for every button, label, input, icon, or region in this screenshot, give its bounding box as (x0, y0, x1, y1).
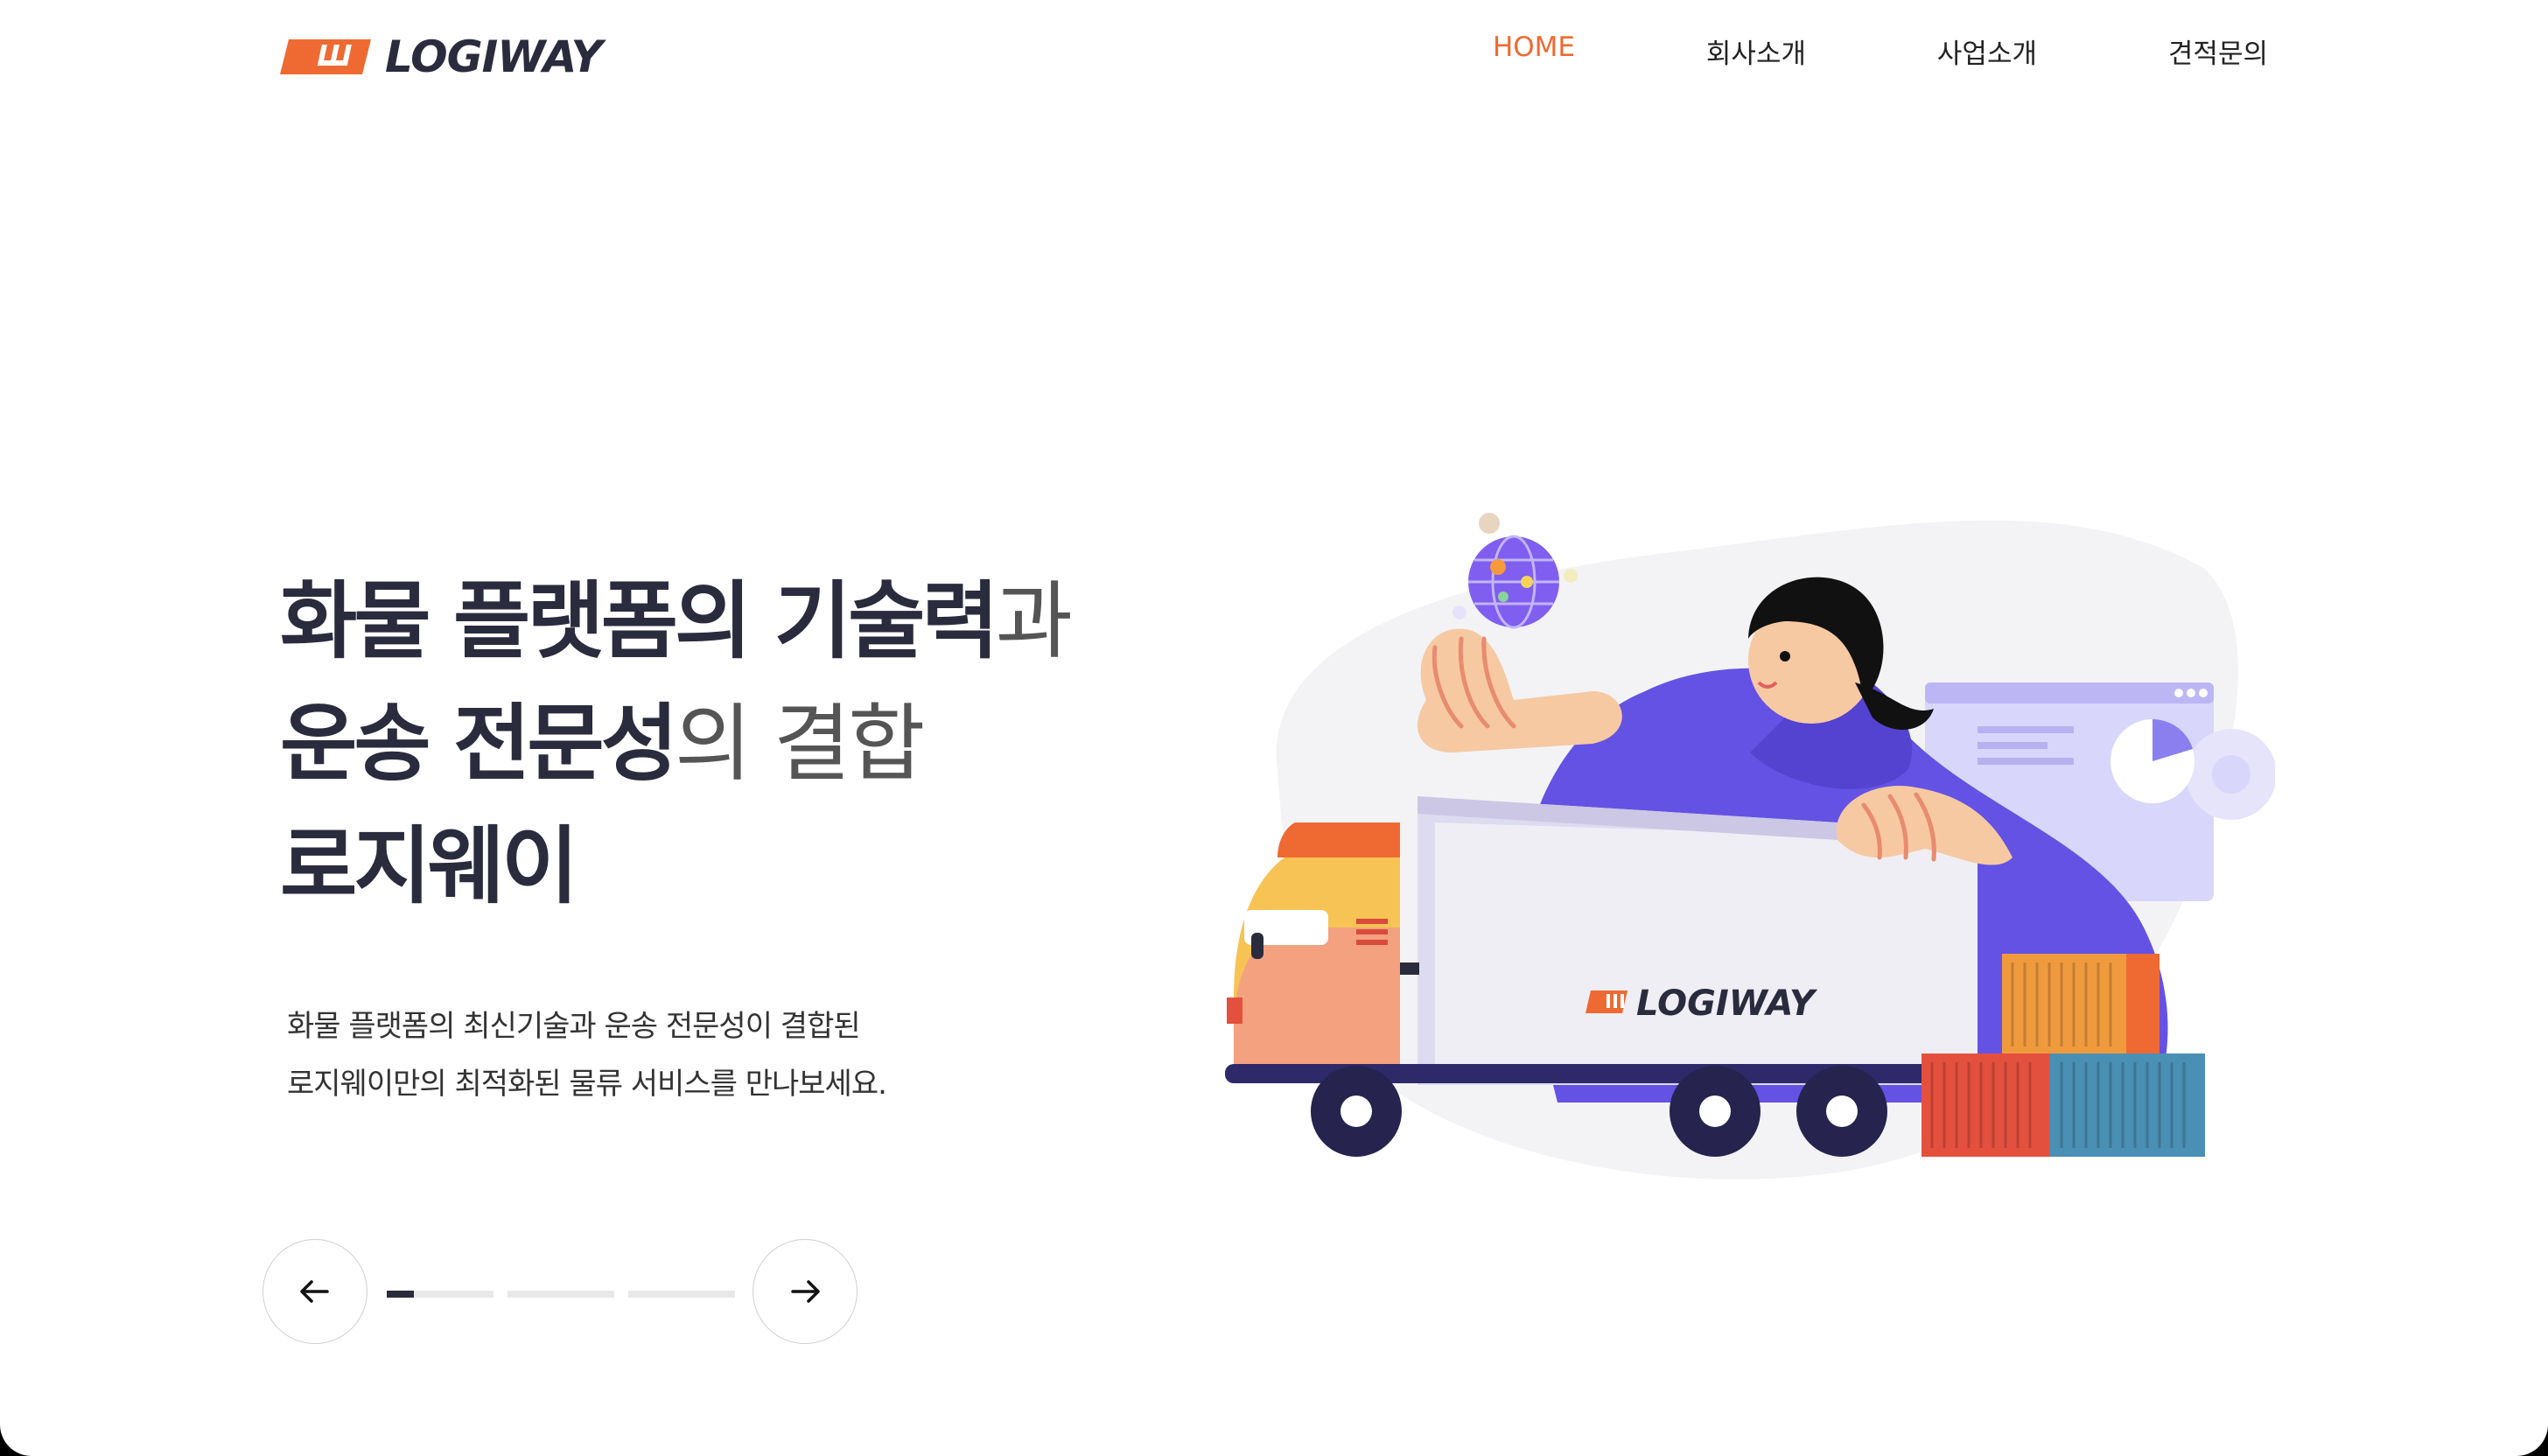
page: LOGIWAY HOME 회사소개 사업소개 견적문의 화물 플랫폼의 기술력과… (0, 0, 2548, 1456)
headline-line-2-bold: 운송 전문성 (280, 695, 678, 793)
description-line-2: 로지웨이만의 최적화된 물류 서비스를 만나보세요. (287, 1067, 887, 1102)
hero-headline: 화물 플랫폼의 기술력과 운송 전문성의 결합 로지웨이 (280, 560, 1073, 928)
slide-indicators (387, 1291, 735, 1298)
next-slide-button[interactable] (752, 1239, 858, 1344)
description-line-1: 화물 플랫폼의 최신기술과 운송 전문성이 결합된 (287, 1009, 861, 1044)
gear-icon (2186, 729, 2275, 820)
headline-line-1-bold: 화물 플랫폼의 기술력 (280, 572, 999, 670)
headline-line-2-light: 의 결합 (675, 695, 925, 793)
hero-illustration: LOGIWAY (1225, 513, 2275, 1180)
headline-line-2: 운송 전문성의 결합 (280, 682, 1070, 805)
truck-cab (1227, 822, 1419, 1068)
logo-mark-icon (280, 39, 371, 74)
main-nav: HOME 회사소개 사업소개 견적문의 (1344, 32, 2268, 71)
headline-line-1-light: 과 (995, 572, 1073, 670)
prev-slide-button[interactable] (262, 1239, 368, 1344)
pie-chart-icon (2110, 718, 2194, 803)
hero-description: 화물 플랫폼의 최신기술과 운송 전문성이 결합된 로지웨이만의 최적화된 물류… (287, 998, 1070, 1113)
nav-business[interactable]: 사업소개 (1806, 32, 2037, 71)
logiway-logo[interactable]: LOGIWAY (280, 32, 603, 82)
truck-logo-text: LOGIWAY (1636, 984, 1818, 1024)
slide-indicator-3[interactable] (628, 1291, 735, 1298)
truck-logo (1586, 990, 1628, 1013)
headline-line-3-bold: 로지웨이 (280, 817, 578, 915)
headline-line-1: 화물 플랫폼의 기술력과 (280, 560, 1073, 682)
arrow-right-icon (791, 1280, 820, 1303)
nav-home[interactable]: HOME (1344, 32, 1575, 71)
slide-indicator-1[interactable] (387, 1291, 494, 1298)
nav-quote[interactable]: 견적문의 (2037, 32, 2268, 71)
slide-indicator-2[interactable] (508, 1291, 614, 1298)
hero-section: 화물 플랫폼의 기술력과 운송 전문성의 결합 로지웨이 화물 플랫폼의 최신기… (280, 560, 1073, 1113)
logo-text: LOGIWAY (385, 32, 603, 82)
headline-line-3: 로지웨이 (280, 805, 1070, 928)
nav-company[interactable]: 회사소개 (1575, 32, 1806, 71)
slide-progress-fill (387, 1291, 414, 1298)
arrow-left-icon (300, 1280, 329, 1303)
